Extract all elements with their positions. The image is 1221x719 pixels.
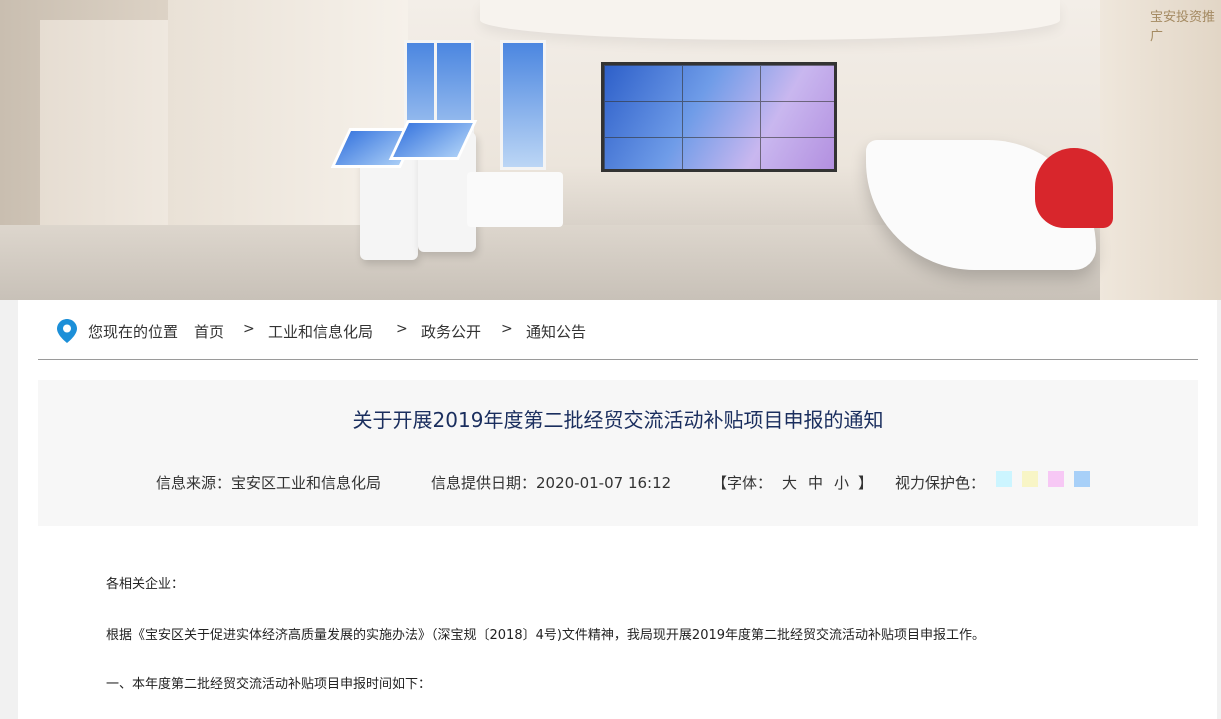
breadcrumb-separator: > (243, 321, 255, 337)
font-size-large-button[interactable]: 大 (782, 472, 797, 493)
eye-color-pink-swatch[interactable] (1048, 471, 1064, 487)
banner-sign: 宝安投资推广 (1150, 10, 1216, 44)
header-banner-image: 宝安投资推广 (0, 0, 1221, 300)
location-pin-icon (57, 319, 77, 343)
article-header-box (38, 380, 1198, 526)
banner-video-wall (601, 62, 837, 172)
breadcrumb-location-label: 您现在的位置 (88, 323, 179, 341)
banner-counter (467, 172, 563, 227)
breadcrumb-notices[interactable]: 通知公告 (526, 321, 586, 342)
eye-color-yellow-swatch[interactable] (1022, 471, 1038, 487)
breadcrumb-separator: > (396, 321, 408, 337)
banner-wall (1100, 0, 1221, 300)
eye-color-cyan-swatch[interactable] (996, 471, 1012, 487)
breadcrumb-separator: > (501, 321, 513, 337)
breadcrumb-home[interactable]: 首页 (194, 321, 224, 342)
breadcrumb: 您现在的位置 首页 > 工业和信息化局 > 政务公开 > 通知公告 (38, 300, 1198, 360)
article-paragraph: 一、本年度第二批经贸交流活动补贴项目申报时间如下： (106, 677, 432, 692)
font-size-bracket-close: 】 (858, 474, 874, 492)
banner-ceiling (480, 0, 1060, 40)
breadcrumb-industry-bureau[interactable]: 工业和信息化局 (268, 321, 373, 342)
eye-color-blue-swatch[interactable] (1074, 471, 1090, 487)
article-date: 信息提供日期：2020-01-07 16:12 (431, 474, 672, 492)
eye-protection-label: 视力保护色： (895, 474, 986, 492)
article-source: 信息来源：宝安区工业和信息化局 (156, 474, 382, 492)
article-paragraph: 各相关企业： (106, 577, 185, 592)
article-title: 关于开展2019年度第二批经贸交流活动补贴项目申报的通知 (352, 408, 884, 432)
breadcrumb-government-affairs[interactable]: 政务公开 (421, 321, 481, 342)
font-size-small-button[interactable]: 小 (834, 472, 849, 493)
font-size-label: 【字体： (712, 474, 773, 492)
banner-wall-display (500, 40, 546, 170)
banner-red-chair (1035, 148, 1113, 228)
font-size-medium-button[interactable]: 中 (808, 472, 823, 493)
article-paragraph: 根据《宝安区关于促进实体经济高质量发展的实施办法》（深宝规〔2018〕4号)文件… (106, 628, 986, 643)
